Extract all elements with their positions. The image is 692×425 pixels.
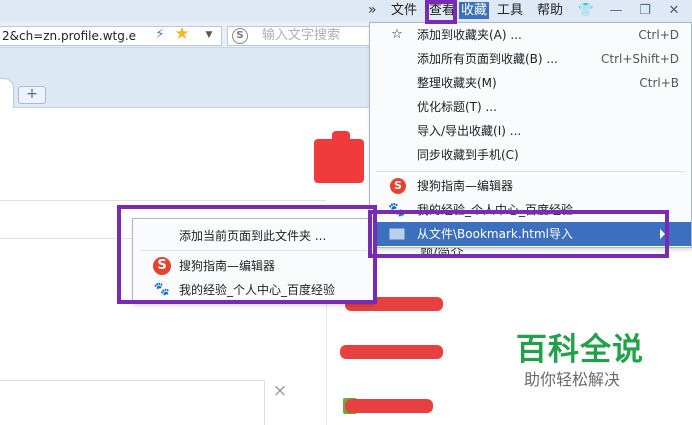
search-engine-icon[interactable]: S bbox=[232, 28, 248, 44]
menu-item-label: 同步收藏到手机(C) bbox=[417, 148, 519, 162]
menu-item-sync-mobile[interactable]: 同步收藏到手机(C) bbox=[370, 143, 691, 167]
menu-item-label: 优化标题(T) ... bbox=[417, 100, 497, 114]
watermark-title: 百科全说 bbox=[516, 332, 644, 368]
menu-favorites[interactable]: 收藏 bbox=[459, 2, 490, 19]
minimize-icon[interactable]: — bbox=[607, 2, 625, 19]
menu-help[interactable]: 帮助 bbox=[537, 2, 563, 19]
bolt-icon[interactable]: ⚡ bbox=[153, 27, 167, 43]
shirt-icon[interactable]: 👕 bbox=[577, 2, 595, 19]
shortcut-label: Ctrl+B bbox=[639, 76, 679, 90]
content-panel bbox=[0, 380, 265, 425]
star-icon[interactable]: ★ bbox=[173, 25, 191, 43]
menu-item-bookmark-sogou[interactable]: S 搜狗指南—编辑器 bbox=[370, 174, 691, 198]
menu-file[interactable]: 文件 bbox=[391, 2, 417, 19]
menu-separator bbox=[376, 171, 685, 172]
watermark-subtitle: 助你轻松解决 bbox=[524, 370, 621, 389]
annotation-box bbox=[117, 205, 377, 304]
menu-item-add-favorite[interactable]: ☆ 添加到收藏夹(A) ... Ctrl+D bbox=[370, 23, 691, 47]
current-tab[interactable] bbox=[0, 78, 14, 108]
annotation-box bbox=[425, 0, 457, 24]
menu-item-import-export[interactable]: 导入/导出收藏(I) ... bbox=[370, 119, 691, 143]
redacted-logo bbox=[314, 131, 364, 183]
search-input[interactable]: 输入文字搜索 bbox=[262, 28, 340, 44]
shortcut-label: Ctrl+Shift+D bbox=[601, 52, 679, 66]
divider bbox=[0, 200, 326, 201]
close-icon[interactable]: ✕ bbox=[665, 2, 683, 19]
menu-item-label: 导入/导出收藏(I) ... bbox=[417, 124, 522, 138]
menu-tools[interactable]: 工具 bbox=[497, 2, 523, 19]
menu-item-label: 搜狗指南—编辑器 bbox=[417, 179, 514, 193]
menu-item-label: 添加所有页面到收藏(B) ... bbox=[417, 52, 558, 66]
chevron-down-icon[interactable]: ▼ bbox=[200, 28, 218, 42]
menu-item-label: 添加到收藏夹(A) ... bbox=[417, 28, 522, 42]
menu-item-add-all-pages[interactable]: 添加所有页面到收藏(B) ... Ctrl+Shift+D bbox=[370, 47, 691, 71]
new-tab-button[interactable]: + bbox=[18, 86, 46, 104]
shortcut-label: Ctrl+D bbox=[638, 28, 679, 42]
menu-overflow-icon[interactable]: » bbox=[368, 2, 382, 18]
redacted-text bbox=[345, 399, 433, 413]
menu-item-label: 整理收藏夹(M) bbox=[417, 76, 497, 90]
sogou-icon: S bbox=[390, 178, 406, 194]
redacted-text bbox=[340, 345, 443, 359]
star-outline-icon: ☆ bbox=[391, 27, 403, 42]
restore-icon[interactable]: ❐ bbox=[636, 2, 654, 19]
menu-item-organize[interactable]: 整理收藏夹(M) Ctrl+B bbox=[370, 71, 691, 95]
search-box[interactable]: S 输入文字搜索 bbox=[227, 26, 377, 46]
close-icon[interactable]: × bbox=[271, 382, 289, 400]
annotation-box bbox=[368, 210, 669, 258]
menu-item-optimize-title[interactable]: 优化标题(T) ... bbox=[370, 95, 691, 119]
